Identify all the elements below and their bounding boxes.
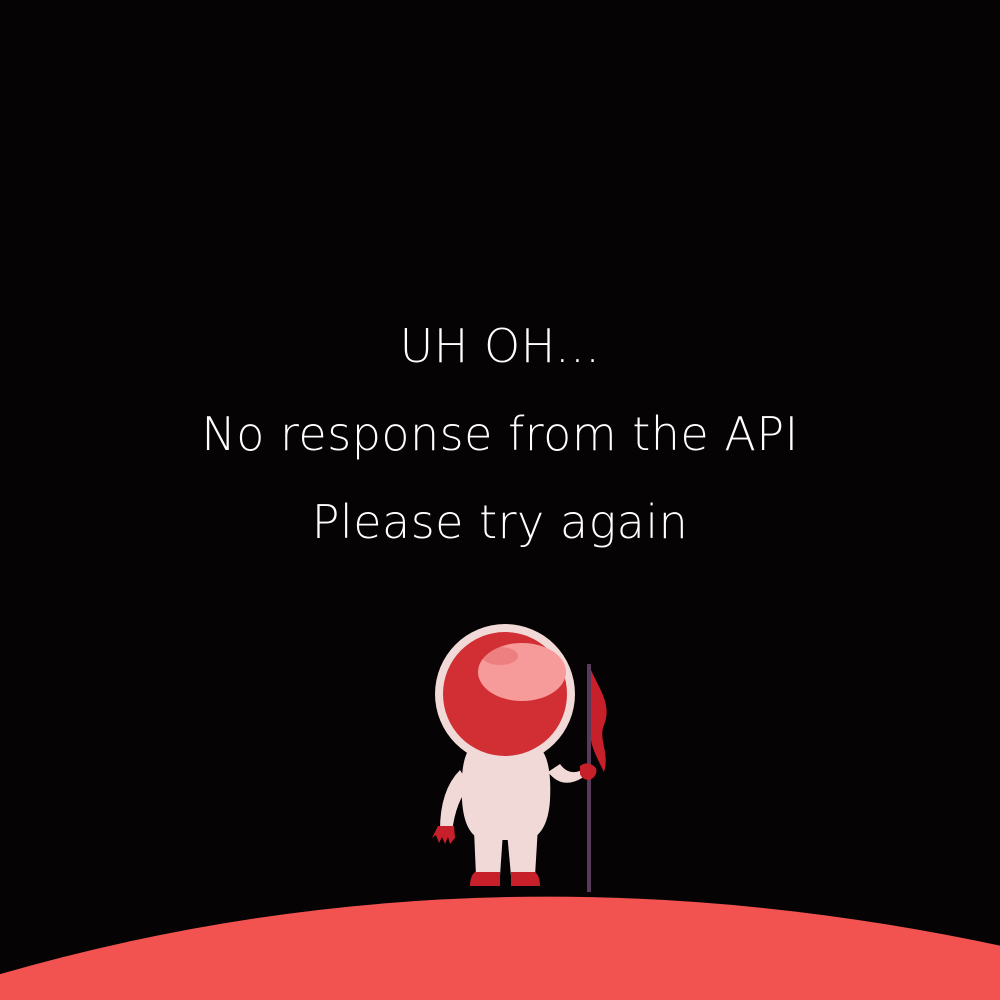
- astronaut-left-boot: [470, 872, 500, 886]
- astronaut-right-glove: [580, 763, 597, 780]
- astronaut-right-boot: [511, 872, 540, 886]
- astronaut-illustration: [0, 624, 1000, 1000]
- flag-icon: [591, 670, 607, 772]
- astronaut-left-glove: [432, 826, 455, 844]
- planet-surface: [0, 896, 1000, 1000]
- error-screen: UH OH... No response from the API Please…: [0, 0, 1000, 1000]
- visor-inner-shadow: [482, 647, 518, 665]
